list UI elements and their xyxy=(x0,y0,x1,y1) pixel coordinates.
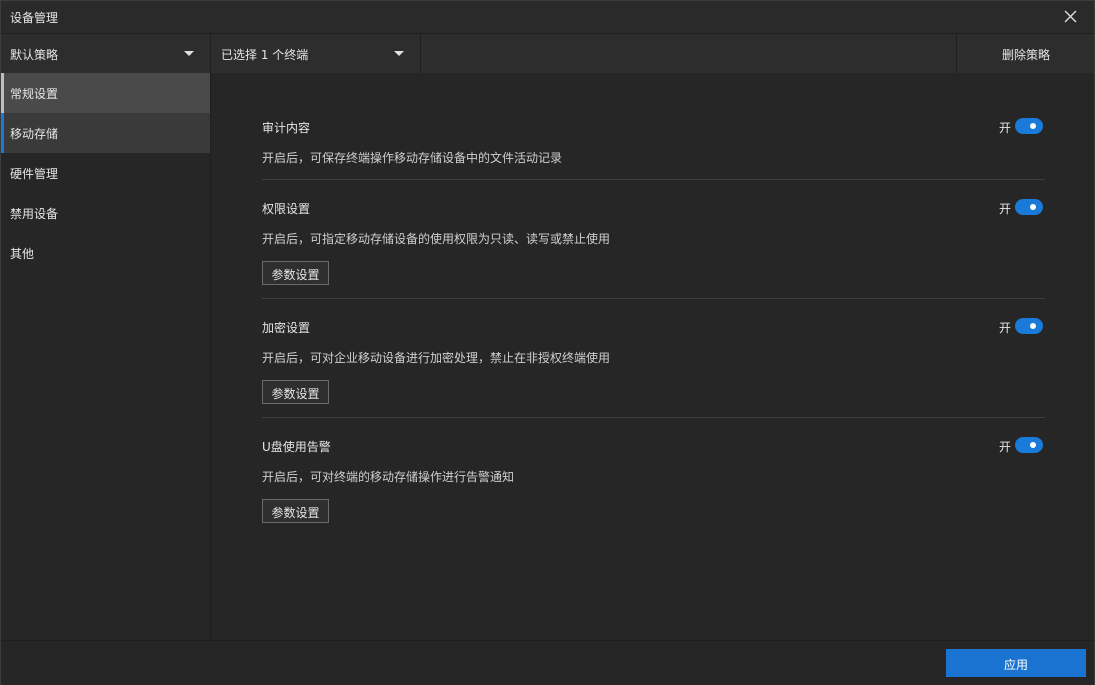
section-description: 开启后，可对终端的移动存储操作进行告警通知 xyxy=(262,470,515,484)
sidebar-item-label: 硬件管理 xyxy=(10,167,59,181)
button-label: 参数设置 xyxy=(271,506,320,520)
section-description: 开启后，可对企业移动设备进行加密处理，禁止在非授权终端使用 xyxy=(262,351,611,365)
section-title: U盘使用告警 xyxy=(262,440,331,454)
sidebar-item-label: 禁用设备 xyxy=(10,207,59,221)
toggle-label: 开 xyxy=(998,121,1011,135)
section-audit: 审计内容 开 开启后，可保存终端操作移动存储设备中的文件活动记录 xyxy=(262,118,1045,179)
title-bar: 设备管理 xyxy=(1,1,1094,33)
close-icon xyxy=(1064,10,1077,23)
sidebar: 常规设置 移动存储 硬件管理 禁用设备 其他 xyxy=(1,73,211,640)
section-description: 开启后，可指定移动存储设备的使用权限为只读、读写或禁止使用 xyxy=(262,232,611,246)
terminal-dropdown[interactable]: 已选择 1 个终端 xyxy=(211,34,421,73)
section-title: 审计内容 xyxy=(262,121,311,135)
button-label: 参数设置 xyxy=(271,268,320,282)
chevron-down-icon xyxy=(394,51,404,56)
sidebar-item-other[interactable]: 其他 xyxy=(1,233,210,273)
section-title: 权限设置 xyxy=(262,202,311,216)
chevron-down-icon xyxy=(184,51,194,56)
encryption-toggle[interactable] xyxy=(1015,318,1043,334)
apply-button[interactable]: 应用 xyxy=(946,649,1086,677)
permissions-toggle[interactable] xyxy=(1015,199,1043,215)
window-title: 设备管理 xyxy=(10,11,59,25)
apply-button-label: 应用 xyxy=(1003,658,1028,672)
delete-policy-label: 删除策略 xyxy=(1001,48,1050,62)
sidebar-item-hardware[interactable]: 硬件管理 xyxy=(1,153,210,193)
footer: 应用 xyxy=(1,640,1094,685)
audit-toggle[interactable] xyxy=(1015,118,1043,134)
toggle-label: 开 xyxy=(998,440,1011,454)
toggle-label: 开 xyxy=(998,202,1011,216)
toggle-knob xyxy=(1030,123,1036,129)
divider xyxy=(262,179,1045,180)
section-title: 加密设置 xyxy=(262,321,311,335)
sidebar-item-label: 移动存储 xyxy=(10,127,59,141)
settings-content: 审计内容 开 开启后，可保存终端操作移动存储设备中的文件活动记录 权限设置 开 … xyxy=(211,73,1094,640)
toggle-knob xyxy=(1030,204,1036,210)
button-label: 参数设置 xyxy=(271,387,320,401)
section-usb-alert: U盘使用告警 开 开启后，可对终端的移动存储操作进行告警通知 参数设置 xyxy=(262,437,1045,528)
divider xyxy=(262,298,1045,299)
policy-dropdown-label: 默认策略 xyxy=(10,48,59,62)
delete-policy-button[interactable]: 删除策略 xyxy=(956,34,1095,73)
toggle-knob xyxy=(1030,323,1036,329)
sidebar-item-label: 其他 xyxy=(10,247,35,261)
sidebar-item-general[interactable]: 常规设置 xyxy=(1,73,210,113)
encryption-settings-button[interactable]: 参数设置 xyxy=(262,380,329,404)
policy-dropdown[interactable]: 默认策略 xyxy=(1,34,211,73)
sidebar-item-removable-storage[interactable]: 移动存储 xyxy=(1,113,210,153)
permissions-settings-button[interactable]: 参数设置 xyxy=(262,261,329,285)
section-description: 开启后，可保存终端操作移动存储设备中的文件活动记录 xyxy=(262,151,563,165)
terminal-dropdown-label: 已选择 1 个终端 xyxy=(221,48,309,62)
section-permissions: 权限设置 开 开启后，可指定移动存储设备的使用权限为只读、读写或禁止使用 参数设… xyxy=(262,199,1045,290)
usb-alert-toggle[interactable] xyxy=(1015,437,1043,453)
close-button[interactable] xyxy=(1048,1,1094,33)
device-management-window: 设备管理 默认策略 已选择 1 个终端 删除策略 常规设置 移动存储 硬件管理 xyxy=(0,0,1095,685)
toggle-knob xyxy=(1030,442,1036,448)
sidebar-item-disabled-devices[interactable]: 禁用设备 xyxy=(1,193,210,233)
toggle-label: 开 xyxy=(998,321,1011,335)
usb-alert-settings-button[interactable]: 参数设置 xyxy=(262,499,329,523)
section-encryption: 加密设置 开 开启后，可对企业移动设备进行加密处理，禁止在非授权终端使用 参数设… xyxy=(262,318,1045,409)
sidebar-item-label: 常规设置 xyxy=(10,87,59,101)
toolbar: 默认策略 已选择 1 个终端 删除策略 xyxy=(1,33,1094,74)
divider xyxy=(262,417,1045,418)
